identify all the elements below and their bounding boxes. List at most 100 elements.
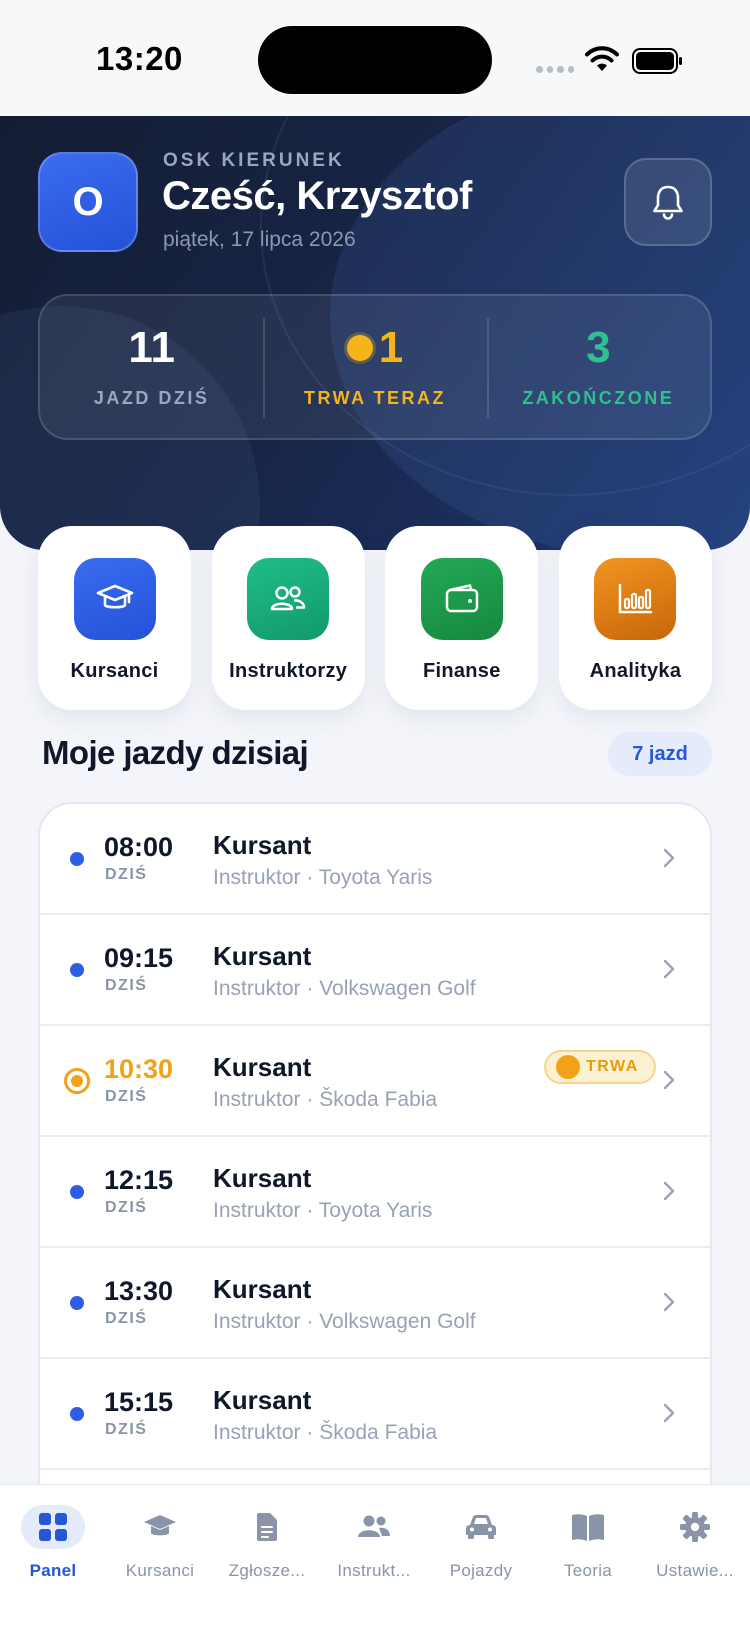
ride-time: 13:30	[104, 1276, 174, 1306]
ride-student-name: Kursant	[213, 941, 312, 971]
ride-student-name: Kursant	[213, 1163, 312, 1193]
ride-day: DZIŚ	[105, 1199, 148, 1216]
status-dot	[70, 1407, 84, 1421]
ride-student-name: Kursant	[213, 1385, 312, 1415]
stat-label: TRWA TERAZ	[303, 388, 446, 408]
current-date: piątek, 17 lipca 2026	[163, 228, 356, 251]
quick-action-label: Analityka	[589, 660, 682, 682]
tab-label: Pojazdy	[449, 1561, 513, 1580]
bar-chart-icon	[594, 558, 677, 640]
status-dot	[70, 852, 84, 866]
status-dot	[70, 963, 84, 977]
bell-icon	[653, 185, 683, 220]
signal-icon	[536, 66, 574, 74]
chevron-right-icon	[663, 848, 675, 868]
ride-details: Instruktor · Toyota Yaris	[213, 1199, 433, 1222]
tab-instruktorzy[interactable]: Instrukt...	[324, 1505, 424, 1581]
tab-label: Panel	[29, 1561, 77, 1580]
ride-student-name: Kursant	[213, 830, 312, 860]
live-status-dot	[64, 1068, 90, 1094]
ride-day: DZIŚ	[105, 977, 148, 994]
ride-details: Instruktor · Toyota Yaris	[213, 866, 433, 889]
stat-value: 11	[128, 323, 175, 372]
stat-completed: 3 ZAKOŃCZONE	[486, 296, 710, 438]
status-dot	[70, 1185, 84, 1199]
ride-row-in-progress[interactable]: 10:30 DZIŚ Kursant Instruktor · Škoda Fa…	[40, 1026, 710, 1137]
stat-value: 3	[586, 323, 611, 372]
tab-label: Zgłosze...	[228, 1561, 306, 1580]
ride-details: Instruktor · Volkswagen Golf	[213, 977, 476, 1000]
chevron-right-icon	[663, 1181, 675, 1201]
quick-action-label: Finanse	[422, 660, 501, 682]
wifi-icon	[585, 46, 619, 71]
document-icon	[235, 1505, 299, 1549]
tab-label: Instrukt...	[337, 1561, 411, 1580]
tab-label: Ustawie...	[656, 1561, 734, 1580]
section-title: Moje jazdy dzisiaj	[42, 734, 309, 771]
tab-ustawienia[interactable]: Ustawie...	[645, 1505, 745, 1581]
ride-time: 09:15	[104, 943, 174, 973]
dashboard-header: O OSK KIERUNEK Cześć, Krzysztof piątek, …	[0, 116, 750, 550]
ride-day: DZIŚ	[105, 1421, 148, 1438]
ride-details: Instruktor · Škoda Fabia	[213, 1088, 438, 1111]
ride-details: Instruktor · Volkswagen Golf	[213, 1310, 476, 1333]
tab-panel[interactable]: Panel	[3, 1505, 103, 1581]
rides-count-badge: 7 jazd	[608, 732, 712, 776]
notifications-button[interactable]	[624, 158, 712, 246]
quick-action-instruktorzy[interactable]: Instruktorzy	[211, 526, 365, 710]
chevron-right-icon	[663, 1292, 675, 1312]
dynamic-island	[258, 26, 492, 94]
quick-actions: Kursanci Instruktorzy Finanse Analityka	[38, 526, 712, 710]
stat-label: ZAKOŃCZONE	[522, 388, 675, 408]
ride-time: 08:00	[104, 832, 174, 862]
stat-value: 1	[346, 326, 403, 370]
battery-icon	[632, 48, 682, 74]
quick-action-kursanci[interactable]: Kursanci	[38, 526, 191, 710]
graduation-cap-icon	[73, 558, 156, 640]
users-icon	[342, 1505, 406, 1549]
tab-zgloszenia[interactable]: Zgłosze...	[217, 1505, 317, 1581]
in-progress-badge: TRWA	[544, 1050, 656, 1084]
quick-action-analityka[interactable]: Analityka	[558, 526, 712, 710]
chevron-right-icon	[663, 959, 675, 979]
bottom-tab-bar: Panel Kursanci Zgłosze... Instrukt... Po…	[0, 1484, 750, 1630]
quick-action-label: Instruktorzy	[229, 660, 348, 682]
ride-details: Instruktor · Škoda Fabia	[213, 1421, 438, 1444]
users-icon	[247, 558, 330, 640]
ride-row[interactable]: 08:00 DZIŚ Kursant Instruktor · Toyota Y…	[40, 804, 710, 915]
stat-rides-today: 11 JAZD DZIŚ	[40, 296, 263, 438]
quick-action-finanse[interactable]: Finanse	[385, 526, 539, 710]
ride-row[interactable]: 09:15 DZIŚ Kursant Instruktor · Volkswag…	[40, 915, 710, 1026]
gear-icon	[663, 1505, 727, 1549]
school-logo: O	[38, 152, 138, 252]
status-dot	[70, 1296, 84, 1310]
live-indicator-dot	[556, 1055, 580, 1079]
tab-teoria[interactable]: Teoria	[538, 1505, 638, 1581]
ride-row[interactable]: 15:15 DZIŚ Kursant Instruktor · Škoda Fa…	[40, 1359, 710, 1470]
chevron-right-icon	[663, 1070, 675, 1090]
stat-label: JAZD DZIŚ	[93, 388, 210, 408]
stat-in-progress: 1 TRWA TERAZ	[263, 296, 486, 438]
book-icon	[556, 1505, 620, 1549]
ride-student-name: Kursant	[213, 1274, 312, 1304]
ride-time: 12:15	[104, 1165, 174, 1195]
tab-label: Teoria	[563, 1561, 613, 1580]
tab-pojazdy[interactable]: Pojazdy	[431, 1505, 531, 1581]
quick-action-label: Kursanci	[70, 660, 159, 682]
graduation-cap-icon	[128, 1505, 192, 1549]
tab-label: Kursanci	[125, 1561, 195, 1580]
ride-time: 10:30	[104, 1054, 174, 1084]
badge-label: TRWA	[586, 1058, 639, 1075]
chevron-right-icon	[663, 1403, 675, 1423]
wallet-icon	[420, 558, 503, 640]
ride-day: DZIŚ	[105, 1088, 148, 1105]
greeting-title: Cześć, Krzysztof	[162, 174, 472, 218]
ride-student-name: Kursant	[213, 1052, 312, 1082]
live-indicator-dot	[346, 335, 373, 361]
ride-day: DZIŚ	[105, 866, 148, 883]
stats-card: 11 JAZD DZIŚ 1 TRWA TERAZ 3 ZAKOŃCZONE	[38, 294, 712, 440]
ride-row[interactable]: 13:30 DZIŚ Kursant Instruktor · Volkswag…	[40, 1248, 710, 1359]
tab-kursanci[interactable]: Kursanci	[110, 1505, 210, 1581]
status-time: 13:20	[96, 40, 183, 77]
ride-row[interactable]: 12:15 DZIŚ Kursant Instruktor · Toyota Y…	[40, 1137, 710, 1248]
